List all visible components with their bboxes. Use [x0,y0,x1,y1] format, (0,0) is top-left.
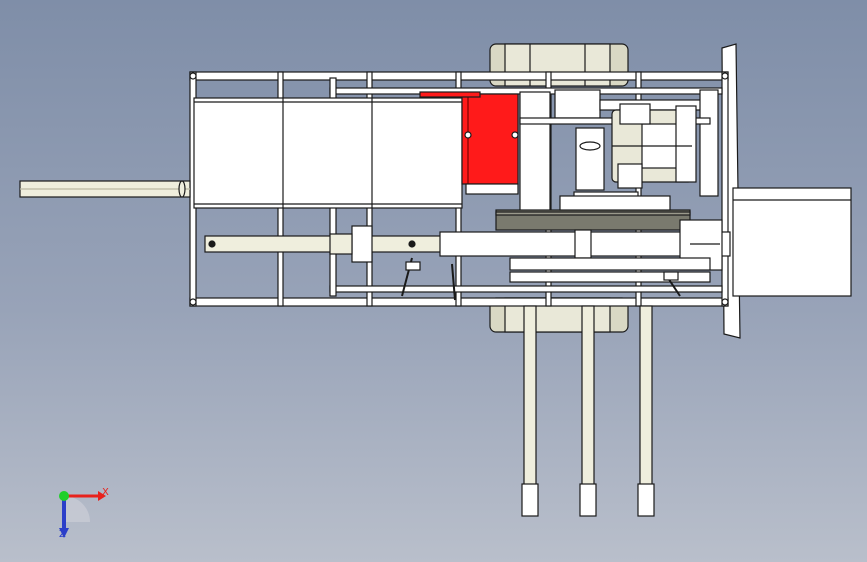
lower-linkages[interactable] [401,257,711,301]
axis-x-label: X [102,487,109,498]
support-legs[interactable] [521,305,655,517]
hopper-box[interactable] [193,97,463,209]
gear-motor[interactable] [611,103,697,189]
end-plate[interactable] [721,43,852,339]
machine-assembly-top-view[interactable] [0,0,867,562]
drive-shaft[interactable] [19,180,191,198]
axis-z-label: Z [59,529,66,540]
model-viewport[interactable]: X Z [0,0,867,562]
axis-triad: X Z [46,478,116,548]
